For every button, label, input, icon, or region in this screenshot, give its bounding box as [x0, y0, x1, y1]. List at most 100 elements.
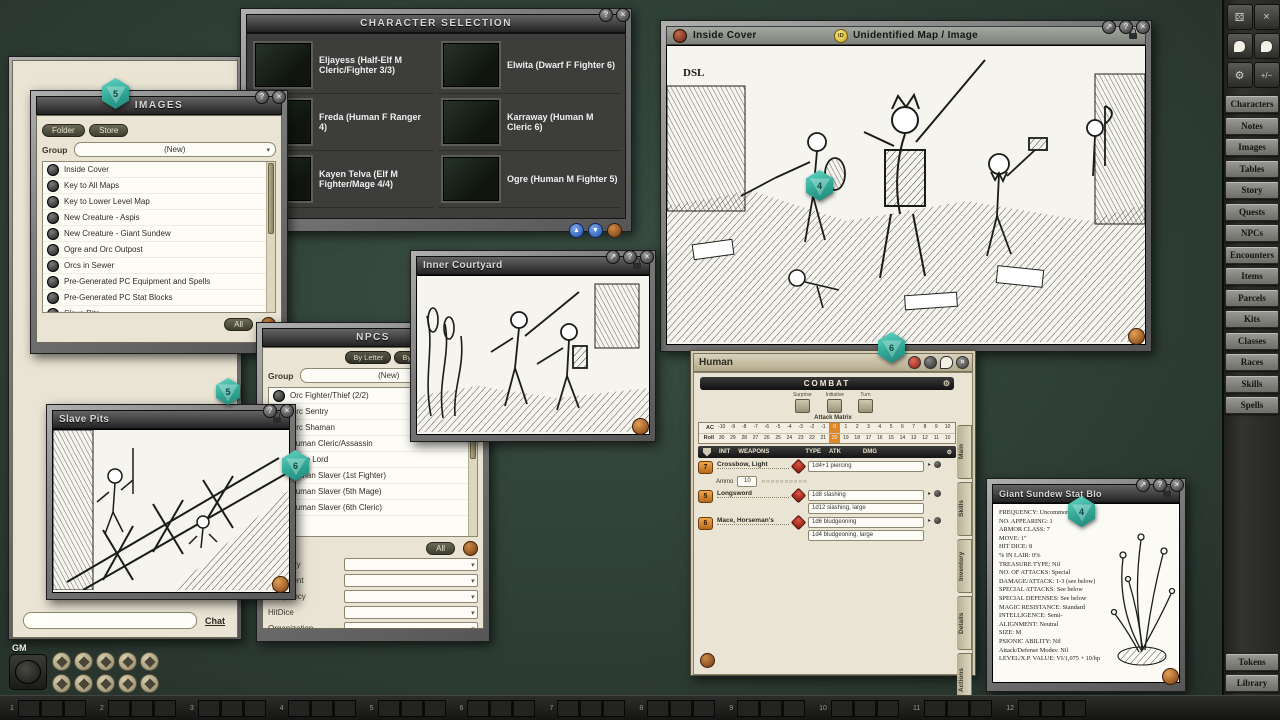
sidebar-button[interactable]: Spells	[1225, 396, 1279, 414]
inside-cover-art-area[interactable]: DSL	[666, 45, 1146, 345]
token-icon[interactable]	[908, 356, 921, 369]
hotkey-slot-group[interactable]: 2	[100, 700, 176, 717]
die-icon[interactable]	[74, 652, 93, 671]
modifier-pad[interactable]	[9, 654, 47, 690]
filter-select[interactable]: ▾	[344, 558, 478, 571]
weapon-init-value[interactable]: 7	[698, 461, 713, 474]
option-dot-icon[interactable]	[934, 490, 941, 497]
gear-icon[interactable]: ⚙	[1227, 62, 1253, 88]
image-list-item[interactable]: Pre-Generated PC Equipment and Spells	[43, 274, 275, 290]
hotkey-slot-group[interactable]: 8	[639, 700, 715, 717]
weapon-damage-field[interactable]: 1d4 bludgeoning, large	[808, 530, 924, 541]
hotkey-slot-group[interactable]: 7	[549, 700, 625, 717]
hotkey-slot-group[interactable]: 5	[370, 700, 446, 717]
sidebar-button[interactable]: Parcels	[1225, 289, 1279, 307]
gear-icon[interactable]: ⚙	[943, 379, 950, 388]
character-entry[interactable]: Elwita (Dwarf F Fighter 6)	[439, 37, 621, 94]
damage-type-icon[interactable]	[791, 488, 807, 504]
turn-icon[interactable]	[858, 399, 873, 413]
chat-send-button[interactable]: Chat	[205, 616, 225, 626]
sidebar-button[interactable]: Images	[1225, 138, 1279, 156]
sidebar-button[interactable]: Kits	[1225, 310, 1279, 328]
expand-icon[interactable]: ▸	[928, 517, 931, 524]
ammo-count-field[interactable]: 10	[737, 476, 757, 487]
weapon-damage-field[interactable]: 1d12 slashing, large	[808, 503, 924, 514]
help-icon[interactable]: ?	[599, 8, 613, 22]
close-icon[interactable]: ×	[616, 8, 630, 22]
sidebar-button[interactable]: Races	[1225, 353, 1279, 371]
hotkey-slot-group[interactable]: 1	[10, 700, 86, 717]
close-icon[interactable]: ×	[1136, 20, 1150, 34]
resize-knob[interactable]	[632, 418, 649, 435]
giant-sundew-art-area[interactable]: FREQUENCY: UncommonNO. APPEARING: 1ARMOR…	[992, 503, 1180, 683]
token-icon[interactable]	[673, 29, 687, 43]
close-icon[interactable]: ×	[1254, 4, 1280, 30]
images-scrollbar[interactable]	[266, 162, 275, 312]
character-entry[interactable]: Karraway (Human M Cleric 6)	[439, 94, 621, 151]
filter-select[interactable]: ▾	[344, 574, 478, 587]
gear-icon[interactable]: ⚙	[947, 449, 952, 456]
character-entry[interactable]: Ogre (Human M Fighter 5)	[439, 151, 621, 208]
filter-select[interactable]: ▾	[344, 622, 478, 629]
resize-knob[interactable]	[1128, 328, 1145, 345]
all-button[interactable]: All	[426, 542, 455, 555]
hotkey-slot-group[interactable]: 6	[460, 700, 536, 717]
help-icon[interactable]: ?	[1119, 20, 1133, 34]
image-list-item[interactable]: New Creature - Giant Sundew	[43, 226, 275, 242]
sheet-tab[interactable]: Main	[957, 425, 972, 479]
d20-die[interactable]: 6	[282, 450, 309, 481]
hotkey-slot-group[interactable]: 12	[1006, 700, 1086, 717]
scroll-down-button[interactable]: ▼	[588, 223, 603, 238]
portrait-icon[interactable]	[924, 356, 937, 369]
option-dot-icon[interactable]	[934, 517, 941, 524]
inner-courtyard-art-area[interactable]	[416, 275, 650, 435]
images-titlebar[interactable]: IMAGES	[36, 96, 282, 115]
npc-list-item[interactable]: Human Slaver (5th Mage)	[269, 484, 477, 500]
dice-tower-icon[interactable]: ⚄	[1227, 4, 1253, 30]
d20-die[interactable]: 4	[806, 170, 833, 201]
npcs-sort-tab[interactable]: By Letter	[345, 351, 391, 364]
weapon-name[interactable]: Crossbow, Light	[717, 461, 789, 469]
help-icon[interactable]: ?	[263, 404, 277, 418]
weapon-damage-field[interactable]: 1d8 slashing	[808, 490, 924, 501]
hotkey-slot-group[interactable]: 4	[280, 700, 356, 717]
weapon-damage-field[interactable]: 1d6 bludgeoning	[808, 517, 924, 528]
weapon-name[interactable]: Longsword	[717, 490, 789, 498]
group-dropdown[interactable]: (New) ▾	[74, 142, 277, 157]
d20-die[interactable]: 5	[102, 78, 129, 109]
radial-menu-button[interactable]	[463, 541, 478, 556]
sheet-tab[interactable]: Skills	[957, 482, 972, 536]
ammo-pips[interactable]: ○○○○○○○○○○	[761, 479, 807, 485]
close-icon[interactable]: ×	[640, 250, 654, 264]
sidebar-button[interactable]: Classes	[1225, 332, 1279, 350]
weapon-name[interactable]: Mace, Horseman's	[717, 517, 789, 525]
sheet-tab[interactable]: Details	[957, 596, 972, 650]
damage-type-icon[interactable]	[791, 459, 807, 475]
image-list-item[interactable]: Pre-Generated PC Stat Blocks	[43, 290, 275, 306]
sidebar-button[interactable]: Notes	[1225, 117, 1279, 135]
damage-type-icon[interactable]	[791, 515, 807, 531]
sidebar-button[interactable]: Library	[1225, 674, 1279, 692]
store-button[interactable]: Store	[89, 124, 128, 137]
character-selection-titlebar[interactable]: CHARACTER SELECTION	[246, 14, 626, 33]
hotkey-slot-group[interactable]: 3	[190, 700, 266, 717]
die-icon[interactable]	[74, 674, 93, 693]
resize-knob[interactable]	[1162, 668, 1179, 685]
die-icon[interactable]	[118, 674, 137, 693]
all-button[interactable]: All	[224, 318, 253, 331]
surprise-icon[interactable]	[795, 399, 810, 413]
weapon-init-value[interactable]: 6	[698, 517, 713, 530]
popout-icon[interactable]: ↗	[606, 250, 620, 264]
sidebar-button[interactable]: Quests	[1225, 203, 1279, 221]
sidebar-button[interactable]: Story	[1225, 181, 1279, 199]
popout-icon[interactable]: ↗	[1102, 20, 1116, 34]
help-icon[interactable]: ?	[1153, 478, 1167, 492]
hotkey-slot-group[interactable]: 9	[729, 700, 805, 717]
folder-button[interactable]: Folder	[42, 124, 85, 137]
image-list-item[interactable]: Inside Cover	[43, 162, 275, 178]
d20-die[interactable]: 5	[216, 378, 240, 405]
hotkey-slot-group[interactable]: 11	[913, 700, 992, 717]
close-icon[interactable]: ×	[272, 90, 286, 104]
sidebar-button[interactable]: Encounters	[1225, 246, 1279, 264]
scroll-up-button[interactable]: ▲	[569, 223, 584, 238]
